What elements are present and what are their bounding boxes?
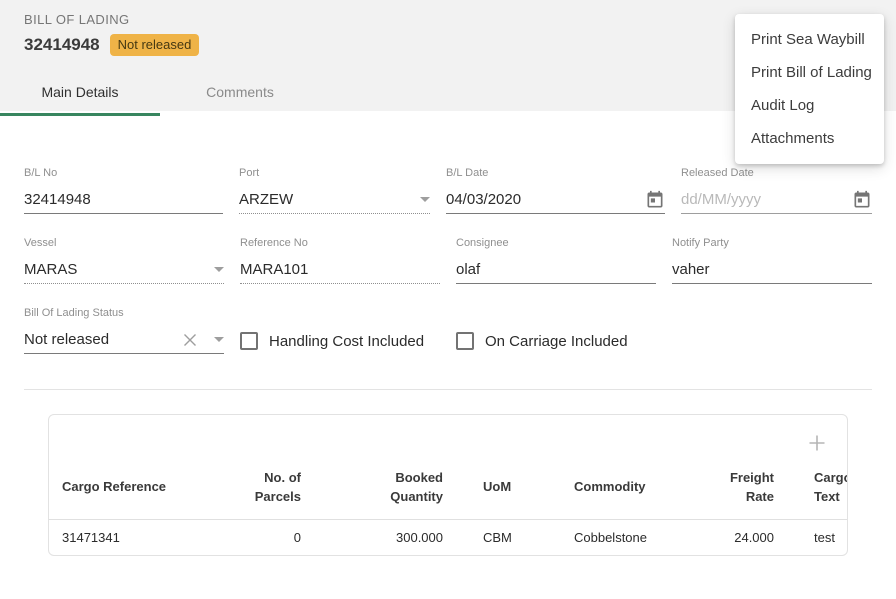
form-row-2: Vessel MARAS Reference No Consignee N — [24, 237, 872, 284]
form-row-1: B/L No Port ARZEW B/L Date — [24, 167, 872, 214]
clear-icon[interactable] — [182, 332, 198, 348]
vessel-value: MARAS — [24, 261, 208, 278]
field-port: Port ARZEW — [239, 167, 430, 214]
checkbox-icon[interactable] — [456, 332, 474, 350]
released-date-label: Released Date — [681, 167, 872, 179]
field-consignee: Consignee — [456, 237, 656, 284]
column-header-freight-rate: Freight Rate — [698, 461, 798, 519]
menu-item-print-bill-of-lading[interactable]: Print Bill of Lading — [735, 56, 884, 89]
port-label: Port — [239, 167, 430, 179]
consignee-label: Consignee — [456, 237, 656, 249]
tab-main-details[interactable]: Main Details — [0, 71, 160, 116]
bl-date-control — [446, 186, 665, 214]
bol-status-value: Not released — [24, 331, 182, 348]
section-divider — [24, 389, 872, 390]
bol-status-select[interactable]: Not released — [24, 326, 224, 354]
column-header-commodity: Commodity — [558, 461, 698, 519]
document-number: 32414948 — [24, 35, 100, 55]
table-cell: 31471341 — [49, 519, 233, 555]
cargo-table-head: Cargo ReferenceNo. of ParcelsBooked Quan… — [49, 461, 848, 519]
field-bl-no: B/L No — [24, 167, 223, 214]
cargo-table-toolbar — [49, 415, 847, 461]
field-bol-status: Bill Of Lading Status Not released — [24, 307, 224, 354]
notify-party-label: Notify Party — [672, 237, 872, 249]
consignee-control — [456, 256, 656, 284]
table-cell: test — [798, 519, 848, 555]
menu-item-audit-log[interactable]: Audit Log — [735, 89, 884, 122]
field-notify-party: Notify Party — [672, 237, 872, 284]
form-row-3: Bill Of Lading Status Not released Handl… — [24, 307, 872, 354]
context-menu: Print Sea WaybillPrint Bill of LadingAud… — [735, 14, 884, 164]
port-select[interactable]: ARZEW — [239, 186, 430, 214]
handling-cost-label: Handling Cost Included — [269, 333, 424, 350]
reference-no-control — [240, 256, 440, 284]
chevron-down-icon[interactable] — [214, 337, 224, 342]
notify-party-input[interactable] — [672, 261, 872, 278]
notify-party-control — [672, 256, 872, 284]
table-cell: 0 — [233, 519, 325, 555]
table-cell: CBM — [467, 519, 558, 555]
handling-cost-checkbox[interactable]: Handling Cost Included — [240, 328, 440, 354]
reference-no-label: Reference No — [240, 237, 440, 249]
column-header-uom: UoM — [467, 461, 558, 519]
chevron-down-icon[interactable] — [420, 197, 430, 202]
bl-date-label: B/L Date — [446, 167, 665, 179]
cargo-table-body: 314713410300.000CBMCobbelstone24.000test — [49, 519, 848, 555]
on-carriage-checkbox[interactable]: On Carriage Included — [456, 328, 656, 354]
reference-no-input[interactable] — [240, 261, 440, 278]
field-bl-date: B/L Date — [446, 167, 665, 214]
tab-comments[interactable]: Comments — [160, 71, 320, 116]
field-vessel: Vessel MARAS — [24, 237, 224, 284]
menu-item-attachments[interactable]: Attachments — [735, 122, 884, 155]
consignee-input[interactable] — [456, 261, 656, 278]
column-header-cargo-text: Cargo Text — [798, 461, 848, 519]
bol-status-label: Bill Of Lading Status — [24, 307, 224, 319]
add-cargo-button[interactable] — [807, 433, 827, 453]
cargo-table-card: Cargo ReferenceNo. of ParcelsBooked Quan… — [48, 414, 848, 556]
field-reference-no: Reference No — [240, 237, 440, 284]
released-date-control: dd/MM/yyyy — [681, 186, 872, 214]
cargo-table-header-row: Cargo ReferenceNo. of ParcelsBooked Quan… — [49, 461, 848, 519]
status-badge: Not released — [110, 34, 200, 56]
chevron-down-icon[interactable] — [214, 267, 224, 272]
table-cell: 300.000 — [325, 519, 467, 555]
bl-no-control — [24, 186, 223, 214]
vessel-label: Vessel — [24, 237, 224, 249]
column-header-cargo-reference: Cargo Reference — [49, 461, 233, 519]
calendar-icon[interactable] — [645, 190, 665, 210]
table-cell: Cobbelstone — [558, 519, 698, 555]
cargo-table: Cargo ReferenceNo. of ParcelsBooked Quan… — [49, 461, 848, 555]
field-released-date: Released Date dd/MM/yyyy — [681, 167, 872, 214]
cargo-table-row[interactable]: 314713410300.000CBMCobbelstone24.000test — [49, 519, 848, 555]
column-header-booked-quantity: Booked Quantity — [325, 461, 467, 519]
bill-of-lading-page: BILL OF LADING 32414948 Not released Mai… — [0, 0, 896, 599]
column-header-no-of-parcels: No. of Parcels — [233, 461, 325, 519]
bl-date-input[interactable] — [446, 191, 645, 208]
vessel-select[interactable]: MARAS — [24, 256, 224, 284]
table-cell: 24.000 — [698, 519, 798, 555]
released-date-input[interactable]: dd/MM/yyyy — [681, 191, 852, 208]
checkbox-icon[interactable] — [240, 332, 258, 350]
port-value: ARZEW — [239, 191, 414, 208]
bl-no-input[interactable] — [24, 191, 223, 208]
menu-item-print-sea-waybill[interactable]: Print Sea Waybill — [735, 23, 884, 56]
calendar-icon[interactable] — [852, 190, 872, 210]
on-carriage-label: On Carriage Included — [485, 333, 628, 350]
bl-no-label: B/L No — [24, 167, 223, 179]
main-details-form: B/L No Port ARZEW B/L Date — [0, 111, 896, 556]
